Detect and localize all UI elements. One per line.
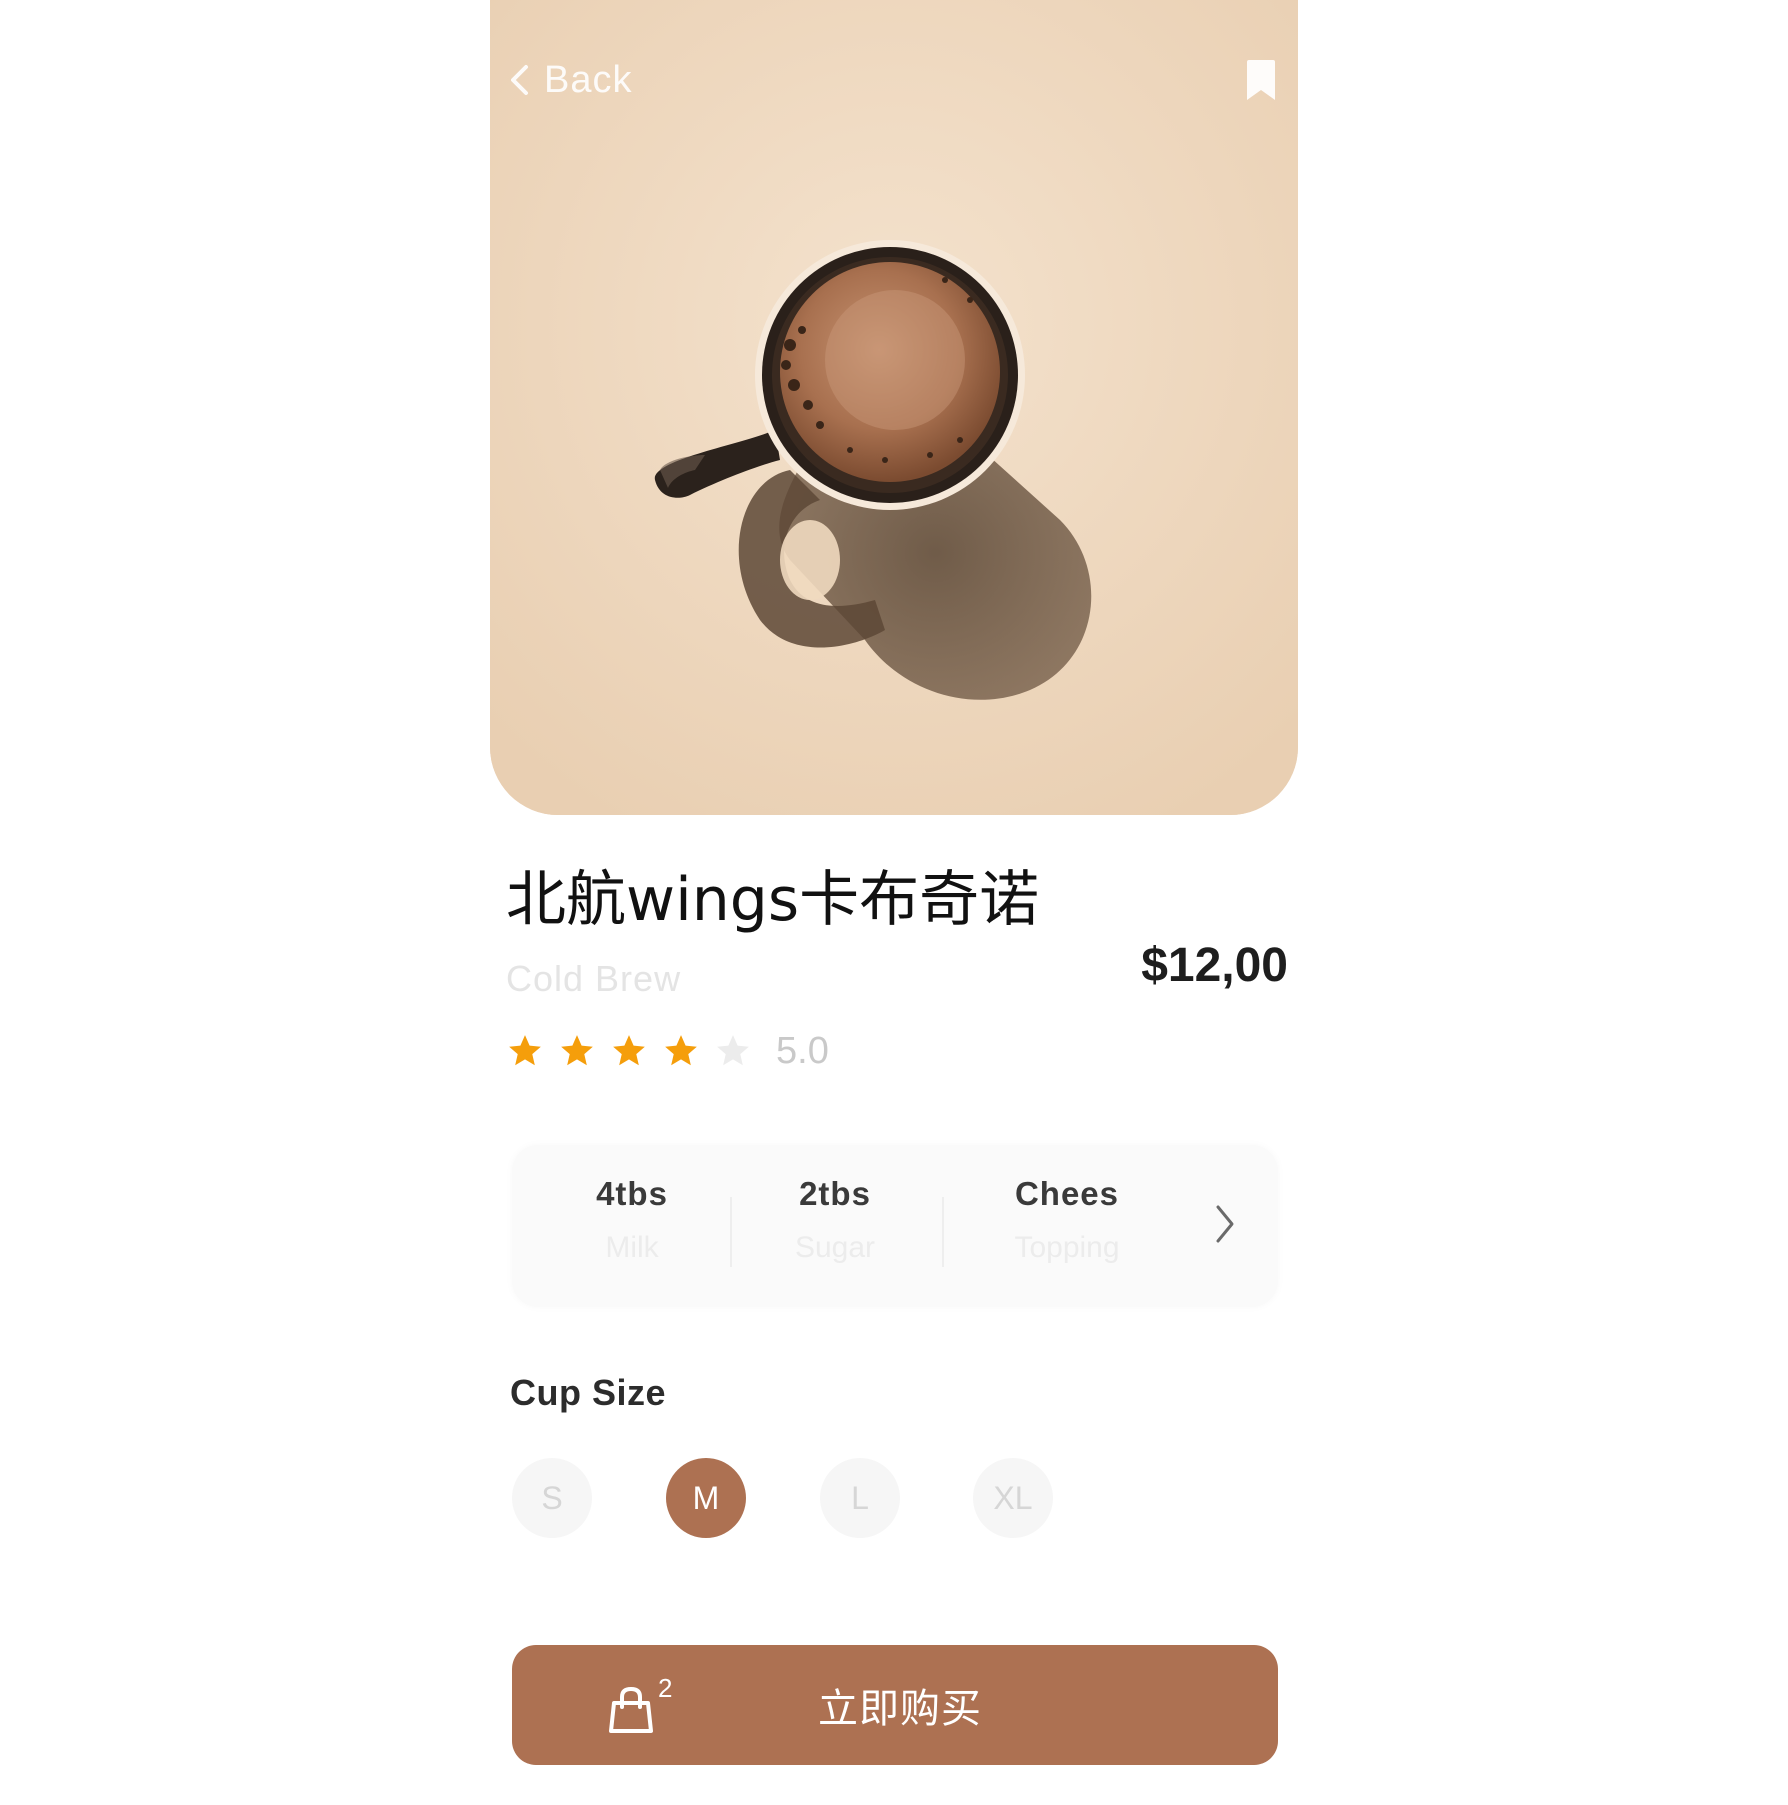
divider — [730, 1197, 732, 1267]
bookmark-icon[interactable] — [1244, 58, 1278, 102]
size-option-xl[interactable]: XL — [973, 1458, 1053, 1538]
product-price: $12,00 — [1141, 939, 1288, 992]
product-hero-image: Back — [490, 0, 1298, 815]
size-option-m[interactable]: M — [666, 1458, 746, 1538]
coffee-mug-illustration — [490, 0, 1298, 815]
shopping-bag-icon — [609, 1686, 653, 1733]
divider — [942, 1197, 944, 1267]
option-value: 4tbs — [596, 1175, 668, 1212]
buy-now-button[interactable]: 立即购买 2 — [512, 1645, 1278, 1765]
rating: 5.0 — [506, 1028, 829, 1074]
customization-options: 4tbs Milk 2tbs Sugar Chees Topping — [512, 1145, 1278, 1307]
option-milk[interactable]: 4tbs Milk — [582, 1175, 682, 1265]
star-icon — [509, 1035, 541, 1066]
chevron-right-icon[interactable] — [1214, 1203, 1236, 1245]
size-option-l[interactable]: L — [820, 1458, 900, 1538]
rating-value: 5.0 — [776, 1029, 829, 1072]
product-title: 北航wings卡布奇诺 — [506, 865, 1040, 935]
back-label: Back — [544, 58, 633, 101]
size-option-s[interactable]: S — [512, 1458, 592, 1538]
star-icon — [561, 1035, 593, 1066]
star-icon — [665, 1035, 697, 1066]
product-subtitle: Cold Brew — [506, 958, 682, 999]
cup-size-label: Cup Size — [510, 1372, 667, 1413]
option-value: 2tbs — [799, 1175, 871, 1212]
star-icon — [613, 1035, 645, 1066]
cart-count-badge: 2 — [658, 1673, 673, 1703]
option-value: Chees — [1014, 1175, 1120, 1212]
back-button[interactable]: Back — [508, 52, 632, 108]
star-empty-icon — [717, 1035, 749, 1066]
option-label: Milk — [605, 1231, 659, 1264]
option-label: Sugar — [794, 1231, 876, 1264]
chevron-left-icon — [511, 65, 528, 95]
option-topping[interactable]: Chees Topping — [992, 1175, 1142, 1265]
product-detail-screen: Back 北航wings卡布奇诺 Cold Brew $12,00 5.0 4t… — [0, 0, 1788, 1805]
option-sugar[interactable]: 2tbs Sugar — [780, 1175, 890, 1265]
option-label: Topping — [1014, 1231, 1120, 1264]
